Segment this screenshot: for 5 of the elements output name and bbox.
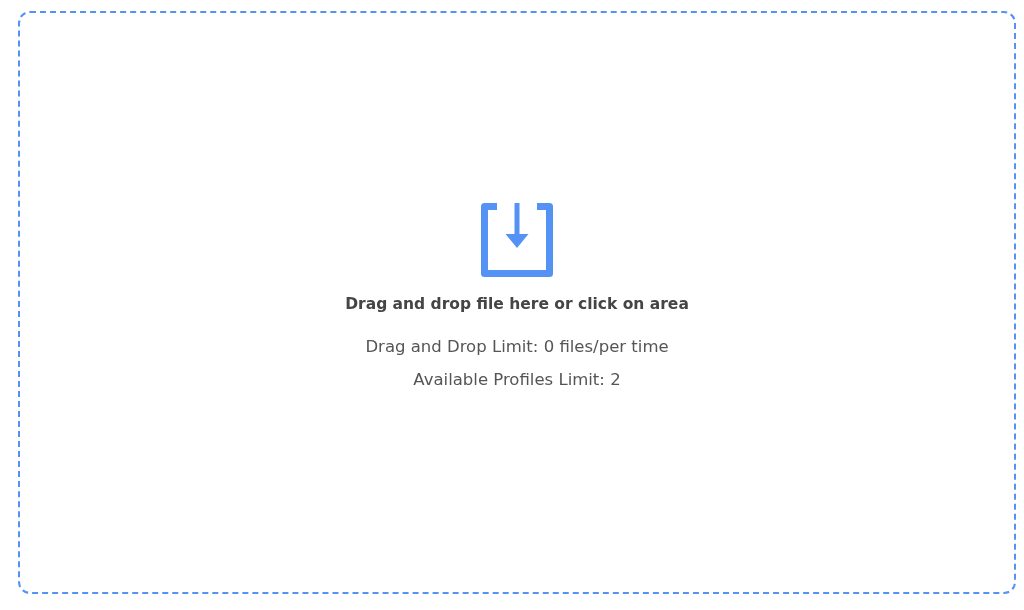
limit-text: Drag and Drop Limit: 0 files/per time [365,336,669,358]
drop-instruction: Drag and drop file here or click on area [345,294,689,315]
download-tray-icon [481,203,553,277]
limit-text: Available Profiles Limit: 2 [413,369,621,391]
drop-zone[interactable]: Drag and drop file here or click on area Drag and Drop Limit: 0 files/per time Available Profiles Limit: 2 [18,11,1016,594]
